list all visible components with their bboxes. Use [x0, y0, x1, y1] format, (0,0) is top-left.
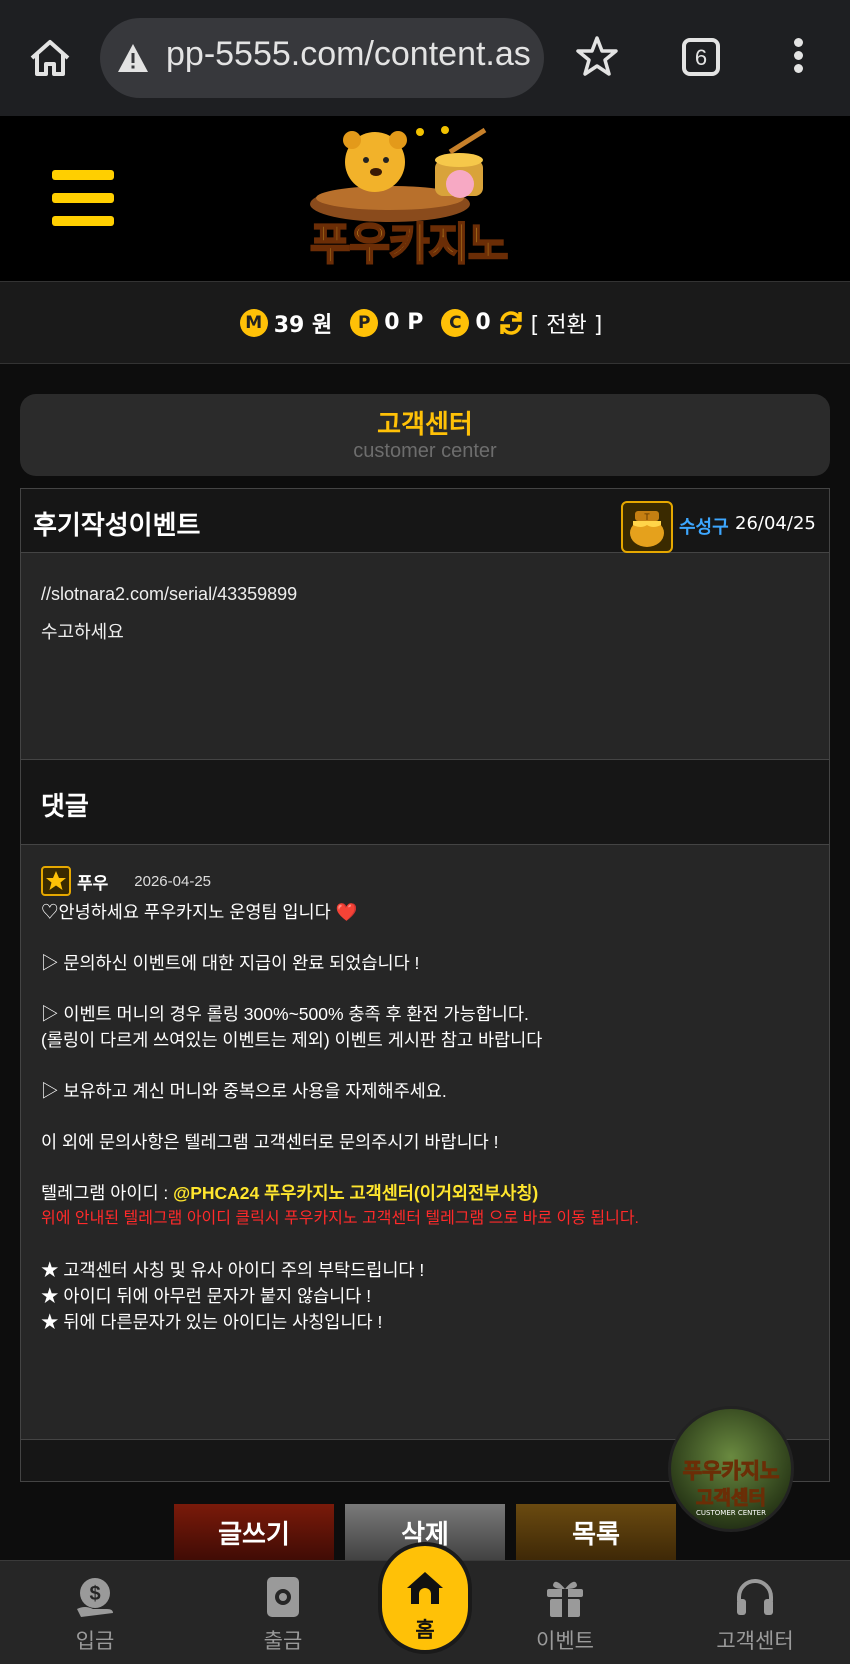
floating-customer-center-button[interactable]: 푸우카지노 고객센터 CUSTOMER CENTER: [668, 1406, 794, 1532]
home-icon[interactable]: [28, 38, 72, 78]
comment-line: ★ 뒤에 다른문자가 있는 아이디는 사칭입니다 !: [41, 1312, 383, 1332]
dollar-coin-icon: $: [77, 1578, 113, 1617]
comment-line: ▷ 보유하고 계신 머니와 중복으로 사용을 자제해주세요.: [41, 1081, 447, 1101]
point-balance: P 0 P: [350, 308, 424, 337]
comment-line: 이 외에 문의사항은 텔레그램 고객센터로 문의주시기 바랍니다 !: [41, 1132, 499, 1152]
honey-pot-icon: T: [621, 501, 673, 553]
telegram-label: 텔레그램 아이디 :: [41, 1183, 174, 1203]
refresh-icon[interactable]: [497, 309, 525, 337]
money-balance: M 39 원: [239, 307, 333, 339]
comment-item: 푸우 2026-04-25 ♡안녕하세요 푸우카지노 운영팀 입니다 ❤️ ▷ …: [21, 845, 829, 1439]
nav-event-label: 이벤트: [536, 1629, 594, 1653]
comment-line: ▷ 이벤트 머니의 경우 롤링 300%~500% 충족 후 환전 가능합니다.: [41, 1004, 529, 1024]
post-header: 후기작성이벤트 T 수성구 26/04/25: [21, 489, 829, 553]
url-text: pp-5555.com/content.as: [166, 35, 531, 73]
money-value: 39 원: [273, 312, 333, 338]
post-body-line: //slotnara2.com/serial/43359899: [41, 584, 298, 604]
address-bar[interactable]: pp-5555.com/content.as: [100, 18, 544, 98]
nav-customer-center[interactable]: 고객센터: [690, 1575, 820, 1655]
nav-home-label: 홈: [415, 1618, 435, 1642]
comment-title: 댓글: [41, 792, 89, 822]
points-bar: M 39 원 P 0 P C 0 [ 전환 ]: [0, 282, 850, 364]
floating-cs-line1: 푸우카지노: [682, 1459, 780, 1484]
section-title: 고객센터: [377, 410, 473, 440]
post-title: 후기작성이벤트: [33, 511, 201, 541]
list-button[interactable]: 목록: [516, 1504, 676, 1566]
comment-date: 2026-04-25: [134, 872, 212, 890]
telegram-id-link[interactable]: @PHCA24 푸우카지노 고객센터(이거외전부사칭): [173, 1183, 538, 1203]
home-icon: [407, 1572, 443, 1604]
hamburger-menu-icon[interactable]: [52, 170, 114, 226]
section-banner: 고객센터 customer center: [20, 394, 830, 476]
star-badge-icon: [41, 866, 71, 896]
comment-line: ♡안녕하세요 푸우카지노 운영팀 입니다 ❤️: [41, 902, 358, 922]
safe-icon: [267, 1577, 299, 1617]
casino-coin-icon: C: [441, 308, 470, 337]
bookmark-star-icon[interactable]: [575, 34, 619, 78]
comment-line: ★ 아이디 뒤에 아무런 문자가 붙지 않습니다 !: [41, 1286, 372, 1306]
write-button[interactable]: 글쓰기: [174, 1504, 334, 1566]
tab-switcher-button[interactable]: 6: [682, 38, 720, 76]
comment-meta: 푸우 2026-04-25: [41, 865, 809, 897]
nav-withdraw[interactable]: 출금: [218, 1575, 348, 1655]
nav-deposit[interactable]: $ 입금: [30, 1575, 160, 1655]
telegram-line: 텔레그램 아이디 : @PHCA24 푸우카지노 고객센터(이거외전부사칭): [41, 1180, 809, 1206]
nav-home[interactable]: 홈: [378, 1542, 472, 1654]
browser-toolbar: pp-5555.com/content.as 6: [0, 0, 850, 116]
comment-line: ★ 고객센터 사칭 및 유사 아이디 주의 부탁드립니다 !: [41, 1260, 425, 1280]
floating-cs-line3: CUSTOMER CENTER: [696, 1509, 766, 1517]
nav-customer-center-label: 고객센터: [716, 1629, 794, 1653]
nav-deposit-label: 입금: [75, 1629, 115, 1653]
post-date: 26/04/25: [735, 513, 816, 534]
comment-header: 댓글: [21, 759, 829, 845]
logo-text: 푸우카지노: [309, 218, 509, 271]
comment-line: (롤링이 다르게 쓰여있는 이벤트는 제외) 이벤트 게시판 참고 바랍니다: [41, 1030, 543, 1050]
casino-balance: C 0 [ 전환 ]: [441, 307, 602, 339]
nav-event[interactable]: 이벤트: [500, 1575, 630, 1655]
more-menu-icon[interactable]: [790, 38, 806, 78]
site-header: 푸우카지노: [0, 116, 850, 282]
post-container: 후기작성이벤트 T 수성구 26/04/25 //slotnara2.com/s…: [20, 488, 830, 1482]
casino-logo[interactable]: 푸우카지노: [300, 122, 550, 272]
casino-value: 0: [475, 310, 491, 335]
floating-cs-line2: 고객센터: [696, 1487, 767, 1510]
warning-icon[interactable]: [116, 42, 150, 74]
post-body: //slotnara2.com/serial/43359899 수고하세요: [21, 553, 829, 757]
svg-text:T: T: [644, 512, 650, 522]
convert-link[interactable]: [ 전환 ]: [531, 307, 603, 339]
post-body-line: 수고하세요: [41, 622, 124, 642]
money-coin-icon: M: [239, 308, 268, 337]
post-author: 수성구: [679, 517, 729, 538]
section-subtitle: customer center: [353, 440, 497, 462]
headset-icon: [737, 1579, 773, 1615]
comment-line: ▷ 문의하신 이벤트에 대한 지급이 완료 되었습니다 !: [41, 953, 420, 973]
nav-withdraw-label: 출금: [263, 1629, 303, 1653]
pooh-mascot-icon: [310, 126, 487, 222]
telegram-notice: 위에 안내된 텔레그램 아이디 클릭시 푸우카지노 고객센터 텔레그램 으로 바…: [41, 1210, 639, 1227]
point-coin-icon: P: [350, 308, 379, 337]
gift-icon: [547, 1581, 583, 1617]
point-value: 0 P: [384, 310, 424, 335]
comment-author: 푸우: [77, 873, 109, 893]
svg-text:$: $: [89, 1583, 100, 1605]
